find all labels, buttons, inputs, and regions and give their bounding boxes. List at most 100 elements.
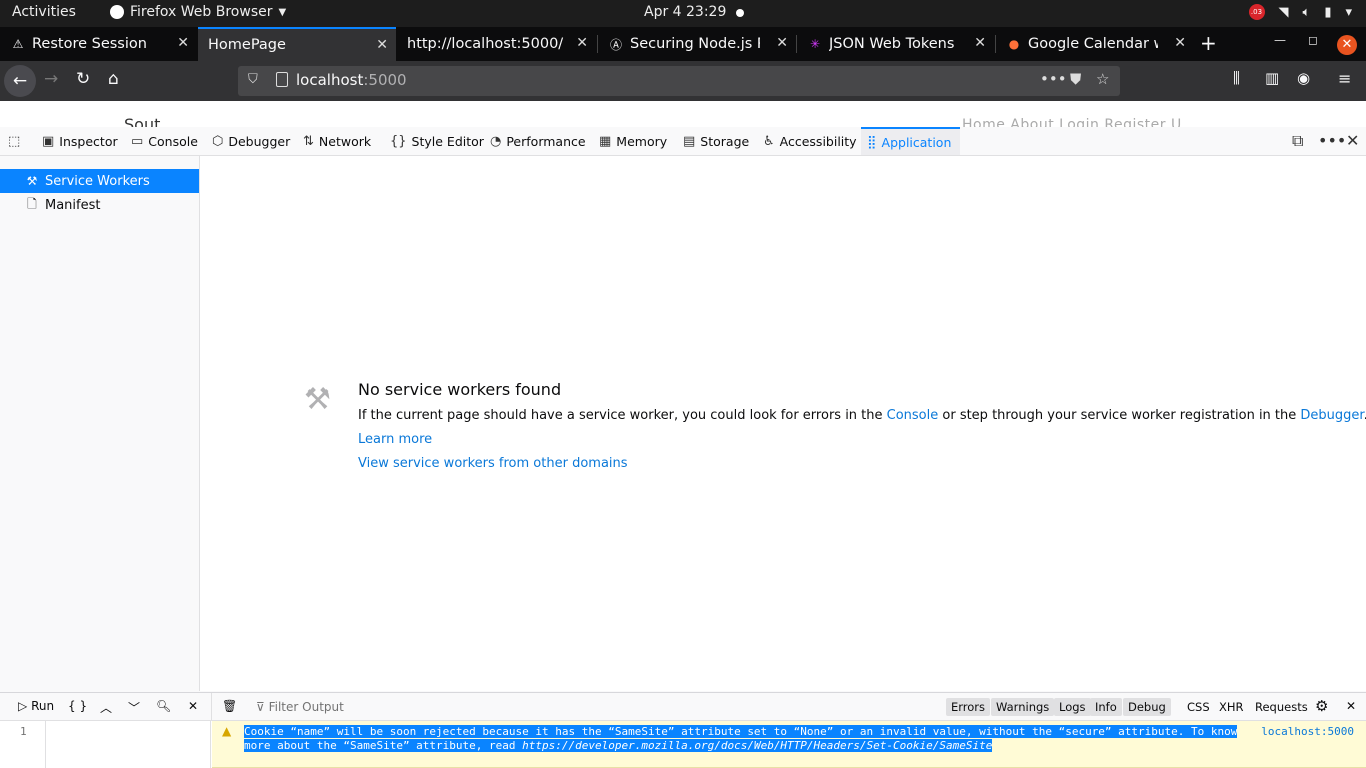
url-text[interactable]: localhost:5000 — [296, 71, 407, 89]
console-warning-message[interactable]: ▲ Cookie “name” will be soon rejected be… — [212, 721, 1366, 768]
pocket-icon[interactable]: ⛊ — [1070, 70, 1081, 88]
trash-icon[interactable]: 🗑︎ — [222, 699, 237, 713]
url-bar[interactable]: ⛉ localhost:5000 ••• ⛊ ☆ — [238, 66, 1120, 96]
home-icon[interactable]: ⌂ — [108, 69, 119, 89]
system-tray[interactable]: .03 ◥ 🔈︎ ▮ ▾ — [1248, 4, 1352, 20]
dock-side-icon[interactable]: ⧉ — [1292, 131, 1303, 151]
tab-localhost[interactable]: http://localhost:5000/ ✕ — [397, 27, 596, 61]
tab-restore-session[interactable]: ⚠ Restore Session ✕ — [0, 27, 197, 61]
tab-json-web-tokens[interactable]: ✳ JSON Web Tokens - j ✕ — [797, 27, 994, 61]
message-text[interactable]: Cookie “name” will be soon rejected beca… — [244, 725, 1244, 753]
tab-memory[interactable]: ▦ Memory — [593, 127, 673, 155]
tab-label: Memory — [616, 133, 668, 149]
warning-icon: ⚠ — [12, 37, 24, 51]
tab-network[interactable]: ⇅ Network — [297, 127, 377, 155]
sidebar-toggle-icon[interactable]: ▥ — [1265, 69, 1279, 87]
accessibility-icon: ♿︎ — [763, 133, 775, 149]
filter-logs-button[interactable]: Logs — [1054, 698, 1091, 716]
activities-button[interactable]: Activities — [12, 4, 76, 20]
message-source-link[interactable]: localhost:5000 — [1261, 725, 1354, 738]
reload-icon[interactable]: ↻ — [76, 69, 90, 89]
warning-icon: ▲ — [222, 724, 232, 738]
filter-info-button[interactable]: Info — [1090, 698, 1122, 716]
account-icon[interactable]: ◉ — [1297, 69, 1310, 87]
inspector-icon: ▣ — [42, 133, 55, 149]
clock[interactable]: Apr 4 23:29 — [644, 4, 726, 20]
close-console-icon[interactable]: ✕ — [1346, 699, 1356, 713]
chevron-down-icon: ▾ — [1345, 4, 1352, 20]
search-icon[interactable]: 🔍︎ — [156, 699, 171, 713]
restore-icon[interactable]: ◻ — [1308, 33, 1318, 47]
chevron-up-icon[interactable]: ︿ — [100, 699, 112, 716]
more-actions-icon[interactable]: ••• — [1040, 70, 1067, 88]
storage-icon: ▤ — [683, 133, 696, 149]
close-icon[interactable]: ✕ — [177, 35, 189, 51]
divider — [211, 693, 212, 722]
tab-label: Google Calendar will — [1028, 36, 1158, 52]
tab-style-editor[interactable]: {} Style Editor — [384, 127, 490, 155]
console-input-editor[interactable]: 1 — [0, 721, 211, 768]
tab-inspector[interactable]: ▣ Inspector — [36, 127, 124, 155]
tab-securing-nodejs[interactable]: Ⓐ Securing Node.js RES ✕ — [598, 27, 796, 61]
bookmark-star-icon[interactable]: ☆ — [1096, 70, 1109, 88]
tab-label: Debugger — [228, 133, 291, 149]
tab-google-calendar[interactable]: ● Google Calendar will ✕ — [996, 27, 1194, 61]
run-button[interactable]: ▷ Run — [18, 699, 54, 713]
page-info-icon[interactable] — [276, 72, 288, 87]
tab-application[interactable]: ⣿ Application — [861, 127, 960, 155]
console-link[interactable]: Console — [887, 408, 939, 423]
back-arrow-icon[interactable]: ← — [4, 65, 36, 97]
firefox-icon — [110, 5, 124, 19]
application-icon: ⣿ — [867, 134, 877, 150]
app-name: Firefox Web Browser — [130, 4, 273, 20]
hamburger-menu-icon[interactable]: ≡ — [1338, 69, 1351, 88]
tab-strip: ⚠ Restore Session ✕ HomePage ✕ http://lo… — [0, 27, 1366, 61]
tab-console[interactable]: ▭ Console — [125, 127, 204, 155]
library-icon[interactable]: ⫼ — [1233, 69, 1240, 87]
app-menu[interactable]: Firefox Web Browser ▼ — [110, 4, 286, 20]
chevron-down-icon[interactable]: ﹀ — [128, 699, 140, 716]
element-picker-icon: ⬚ — [8, 133, 21, 149]
devtools-toolbar: ⬚ ▣ Inspector ▭ Console ⬡ Debugger ⇅ Net… — [0, 127, 1366, 156]
filter-requests-button[interactable]: Requests — [1250, 698, 1313, 716]
sidebar-item-manifest[interactable]: 🗋︎ Manifest — [0, 193, 199, 217]
filter-output-input[interactable]: ⊽ Filter Output — [256, 700, 344, 714]
gear-icon[interactable]: ⚙ — [1315, 697, 1328, 715]
close-icon[interactable]: ✕ — [576, 35, 588, 51]
minimize-icon[interactable]: — — [1274, 33, 1286, 47]
pretty-print-button[interactable]: { } — [68, 699, 87, 713]
more-options-icon[interactable]: ••• — [1318, 131, 1346, 150]
window-close-icon[interactable]: ✕ — [1337, 35, 1357, 55]
description-text: If the current page should have a servic… — [358, 408, 887, 423]
filter-warnings-button[interactable]: Warnings — [991, 698, 1055, 716]
close-icon[interactable]: ✕ — [974, 35, 986, 51]
close-icon[interactable]: ✕ — [1174, 35, 1186, 51]
view-other-domains-link[interactable]: View service workers from other domains — [358, 456, 628, 471]
filter-xhr-button[interactable]: XHR — [1214, 698, 1249, 716]
message-url-link[interactable]: https://developer.mozilla.org/docs/Web/H… — [522, 739, 992, 752]
filter-placeholder: Filter Output — [268, 700, 344, 714]
element-picker-button[interactable]: ⬚ — [2, 127, 26, 155]
tab-label: Application — [881, 134, 952, 150]
close-icon[interactable]: ✕ — [376, 37, 388, 53]
debugger-link[interactable]: Debugger — [1300, 408, 1363, 423]
tab-homepage[interactable]: HomePage ✕ — [198, 27, 396, 61]
filter-debug-button[interactable]: Debug — [1123, 698, 1171, 716]
tab-debugger[interactable]: ⬡ Debugger — [206, 127, 296, 155]
close-devtools-icon[interactable]: ✕ — [1346, 131, 1359, 150]
tab-performance[interactable]: ◔ Performance — [484, 127, 592, 155]
service-workers-panel: ⚒ No service workers found If the curren… — [200, 156, 1366, 691]
tab-accessibility[interactable]: ♿︎ Accessibility — [757, 127, 863, 155]
filter-errors-button[interactable]: Errors — [946, 698, 991, 716]
sidebar-item-service-workers[interactable]: ⚒ Service Workers — [0, 169, 199, 193]
shield-icon[interactable]: ⛉ — [248, 72, 258, 87]
tab-storage[interactable]: ▤ Storage — [677, 127, 755, 155]
forward-arrow-icon[interactable]: → — [44, 69, 58, 89]
sidebar-item-label: Service Workers — [45, 173, 150, 189]
new-tab-plus-icon[interactable]: + — [1200, 31, 1217, 55]
learn-more-link[interactable]: Learn more — [358, 432, 432, 447]
close-editor-icon[interactable]: ✕ — [188, 699, 198, 713]
filter-css-button[interactable]: CSS — [1182, 698, 1215, 716]
performance-icon: ◔ — [490, 133, 502, 149]
close-icon[interactable]: ✕ — [776, 35, 788, 51]
